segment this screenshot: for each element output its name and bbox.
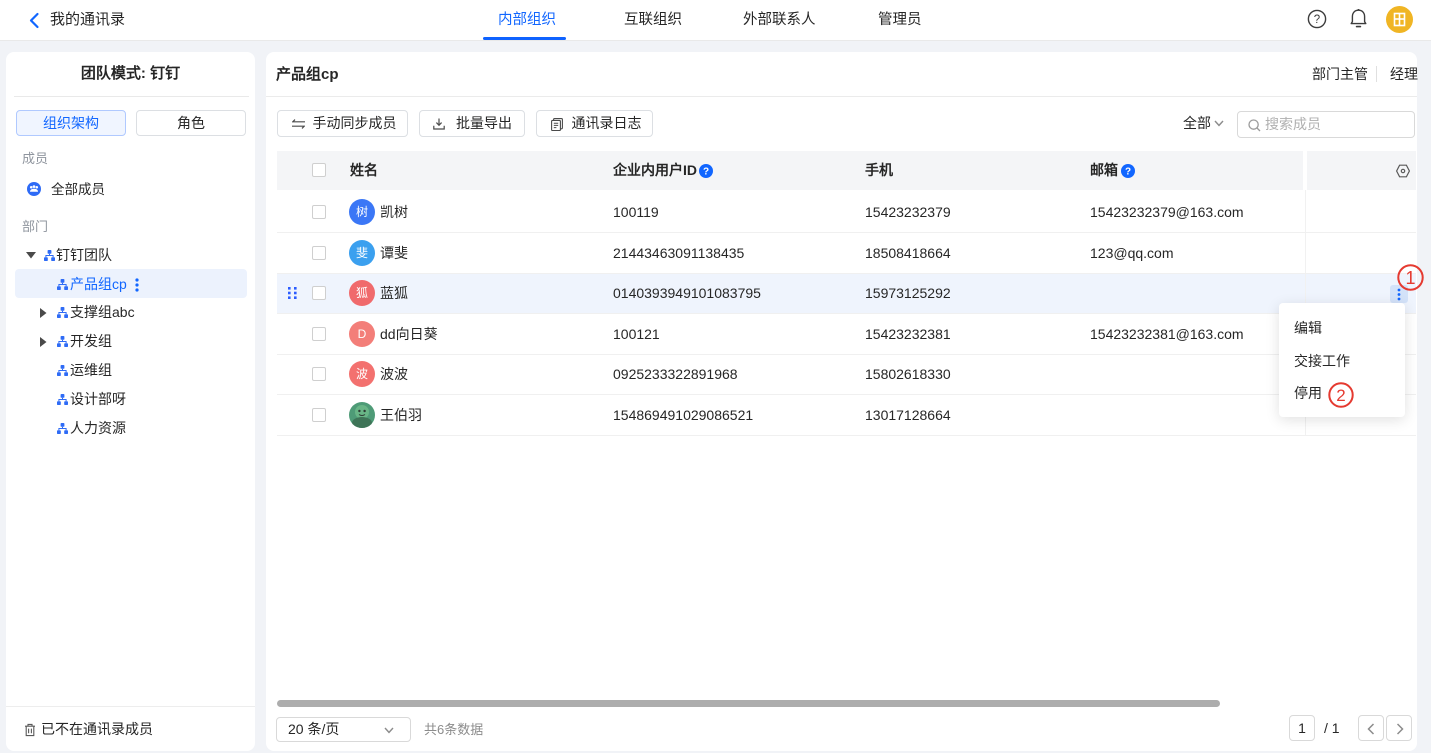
svg-text:?: ? — [1125, 167, 1131, 178]
svg-text:?: ? — [703, 167, 709, 178]
svg-text:2: 2 — [1336, 386, 1345, 405]
svg-text:1: 1 — [1405, 268, 1415, 288]
svg-text:?: ? — [1314, 14, 1320, 26]
